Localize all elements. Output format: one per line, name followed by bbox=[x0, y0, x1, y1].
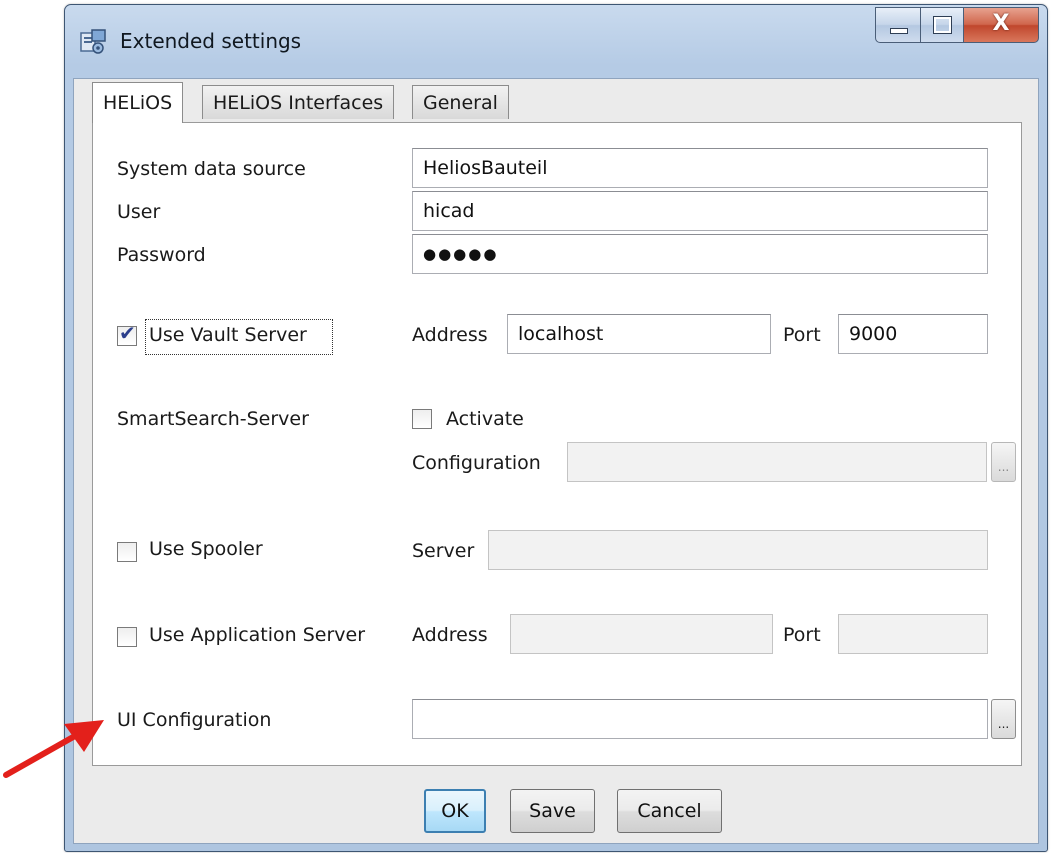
title-bar[interactable]: Extended settings X bbox=[65, 5, 1047, 77]
smartsearch-activate-label[interactable]: Activate bbox=[446, 408, 524, 430]
dialog-client-area: HELiOS HELiOS Interfaces General System … bbox=[73, 78, 1039, 844]
vault-address-label: Address bbox=[412, 324, 488, 346]
maximize-button[interactable] bbox=[921, 7, 964, 43]
tab-panel-helios: System data source HeliosBauteil User hi… bbox=[92, 122, 1022, 766]
smartsearch-activate-checkbox[interactable] bbox=[412, 409, 432, 429]
close-button[interactable]: X bbox=[964, 7, 1039, 43]
caption-buttons: X bbox=[875, 7, 1039, 43]
close-icon: X bbox=[992, 11, 1010, 36]
use-application-server-checkbox[interactable] bbox=[117, 627, 137, 647]
use-vault-server-checkbox[interactable]: ✔ bbox=[117, 321, 137, 346]
vault-port-field[interactable]: 9000 bbox=[838, 314, 988, 354]
password-label: Password bbox=[117, 244, 206, 266]
tab-helios[interactable]: HELiOS bbox=[92, 82, 184, 123]
annotation-arrow-icon bbox=[3, 720, 104, 778]
use-application-server-label[interactable]: Use Application Server bbox=[149, 624, 365, 646]
ok-button[interactable]: OK bbox=[424, 789, 486, 833]
app-server-address-label: Address bbox=[412, 624, 488, 646]
vault-port-label: Port bbox=[783, 324, 821, 346]
tab-general[interactable]: General bbox=[412, 85, 509, 119]
system-data-source-field[interactable]: HeliosBauteil bbox=[412, 148, 988, 188]
app-server-address-field[interactable] bbox=[510, 614, 773, 654]
use-spooler-checkbox[interactable] bbox=[117, 542, 137, 562]
app-server-port-label: Port bbox=[783, 624, 821, 646]
user-field[interactable]: hicad bbox=[412, 191, 988, 231]
password-field[interactable]: ●●●●● bbox=[412, 234, 988, 274]
minimize-button[interactable] bbox=[875, 7, 921, 43]
ui-configuration-label: UI Configuration bbox=[117, 709, 272, 731]
smartsearch-server-label: SmartSearch-Server bbox=[117, 408, 309, 430]
minimize-icon bbox=[890, 28, 908, 34]
app-server-port-field[interactable] bbox=[838, 614, 988, 654]
smartsearch-configuration-field[interactable] bbox=[567, 442, 987, 482]
app-settings-icon bbox=[80, 29, 106, 54]
smartsearch-configuration-label: Configuration bbox=[412, 452, 541, 474]
spooler-server-label: Server bbox=[412, 540, 475, 562]
vault-address-field[interactable]: localhost bbox=[507, 314, 771, 354]
use-vault-server-label[interactable]: Use Vault Server bbox=[149, 324, 307, 346]
cancel-button[interactable]: Cancel bbox=[617, 789, 722, 833]
checkmark-icon: ✔ bbox=[119, 321, 136, 345]
use-spooler-label[interactable]: Use Spooler bbox=[149, 538, 263, 560]
maximize-icon bbox=[933, 16, 952, 34]
window-title: Extended settings bbox=[120, 29, 302, 53]
system-data-source-label: System data source bbox=[117, 158, 306, 180]
extended-settings-window: Extended settings X HELiOS HELiOS Interf… bbox=[64, 4, 1048, 852]
user-label: User bbox=[117, 201, 161, 223]
spooler-server-field[interactable] bbox=[488, 530, 988, 570]
tab-helios-interfaces[interactable]: HELiOS Interfaces bbox=[202, 85, 395, 119]
ui-configuration-browse-button[interactable]: ... bbox=[991, 699, 1016, 739]
save-button[interactable]: Save bbox=[510, 789, 595, 833]
ui-configuration-field[interactable] bbox=[412, 699, 988, 739]
smartsearch-browse-button[interactable]: ... bbox=[991, 442, 1016, 482]
